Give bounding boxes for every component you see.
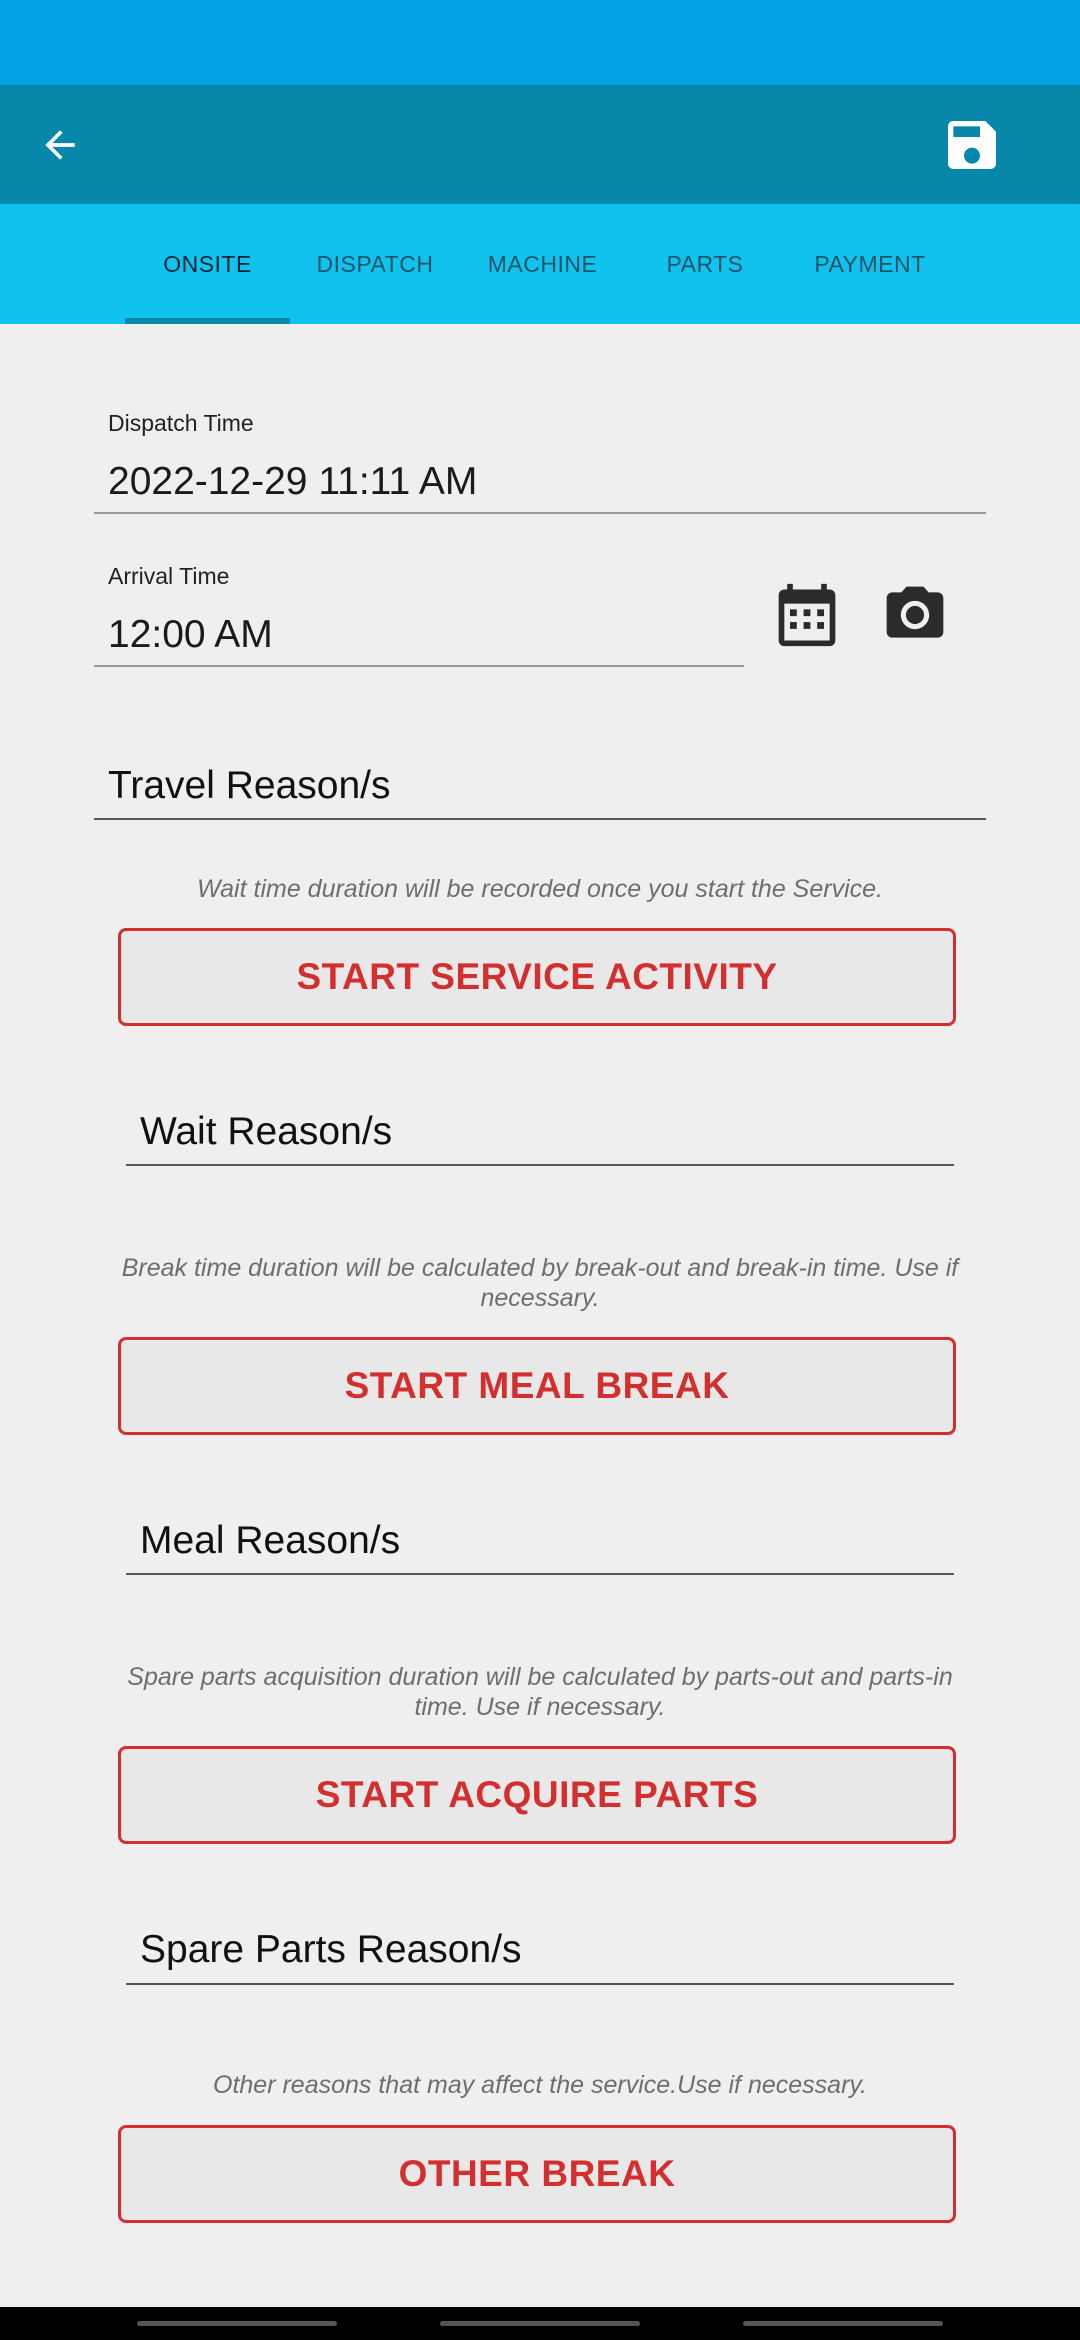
start-meal-break-button[interactable]: START MEAL BREAK bbox=[118, 1337, 956, 1435]
tab-parts[interactable]: PARTS bbox=[625, 204, 785, 324]
arrival-time-label: Arrival Time bbox=[108, 563, 230, 589]
travel-reason-input[interactable]: Travel Reason/s bbox=[108, 764, 391, 808]
save-icon bbox=[948, 121, 996, 169]
nav-pill[interactable] bbox=[137, 2321, 337, 2326]
meal-reason-input[interactable]: Meal Reason/s bbox=[140, 1519, 400, 1563]
wait-reason-input[interactable]: Wait Reason/s bbox=[140, 1110, 392, 1154]
parts-hint: Spare parts acquisition duration will be… bbox=[127, 1663, 953, 1721]
nav-pill[interactable] bbox=[440, 2321, 640, 2326]
meal-reason-underline bbox=[126, 1573, 954, 1575]
start-acquire-parts-button[interactable]: START ACQUIRE PARTS bbox=[118, 1746, 956, 1844]
travel-reason-underline bbox=[94, 818, 986, 820]
dispatch-time-label: Dispatch Time bbox=[108, 410, 254, 436]
system-nav-bar bbox=[0, 2307, 1080, 2340]
tab-payment[interactable]: PAYMENT bbox=[785, 204, 955, 324]
back-button[interactable] bbox=[30, 115, 90, 175]
spare-parts-reason-input[interactable]: Spare Parts Reason/s bbox=[140, 1928, 522, 1972]
service-hint: Wait time duration will be recorded once… bbox=[197, 875, 883, 903]
dispatch-time-underline bbox=[94, 512, 986, 514]
other-break-button[interactable]: OTHER BREAK bbox=[118, 2125, 956, 2223]
active-tab-indicator bbox=[125, 318, 290, 324]
arrow-left-icon bbox=[45, 130, 75, 160]
arrival-time-value[interactable]: 12:00 AM bbox=[108, 613, 273, 657]
nav-pill[interactable] bbox=[743, 2321, 943, 2326]
wait-reason-underline bbox=[126, 1164, 954, 1166]
arrival-time-underline bbox=[94, 665, 744, 667]
calendar-icon bbox=[778, 583, 836, 647]
spare-parts-reason-underline bbox=[126, 1983, 954, 1985]
tab-bar: ONSITE DISPATCH MACHINE PARTS PAYMENT bbox=[0, 204, 1080, 324]
app-toolbar bbox=[0, 85, 1080, 204]
camera-button[interactable] bbox=[880, 580, 950, 650]
tab-machine[interactable]: MACHINE bbox=[460, 204, 625, 324]
meal-hint: Break time duration will be calculated b… bbox=[121, 1254, 959, 1312]
other-hint: Other reasons that may affect the servic… bbox=[213, 2071, 867, 2099]
dispatch-time-value[interactable]: 2022-12-29 11:11 AM bbox=[108, 460, 477, 504]
tab-onsite[interactable]: ONSITE bbox=[125, 204, 290, 324]
status-bar bbox=[0, 0, 1080, 85]
save-button[interactable] bbox=[938, 111, 1006, 179]
tab-dispatch[interactable]: DISPATCH bbox=[290, 204, 460, 324]
camera-icon bbox=[886, 586, 944, 638]
calendar-button[interactable] bbox=[772, 580, 842, 650]
start-service-activity-button[interactable]: START SERVICE ACTIVITY bbox=[118, 928, 956, 1026]
